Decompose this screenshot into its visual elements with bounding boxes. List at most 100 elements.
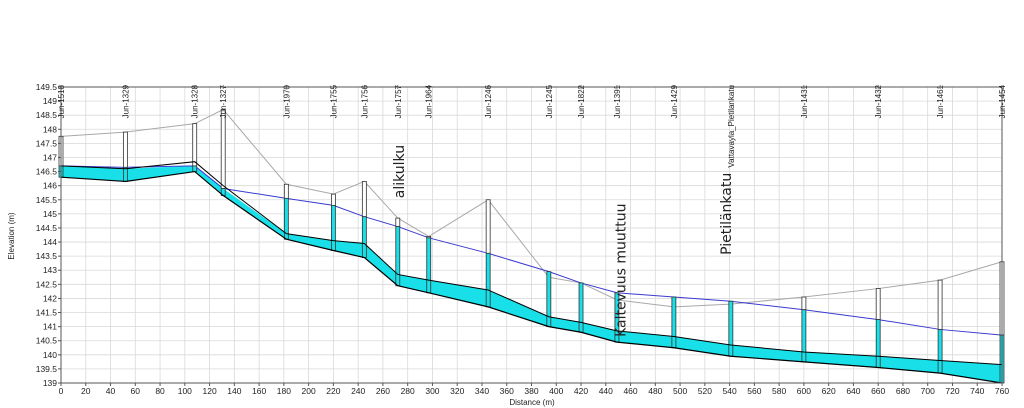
manhole-dry bbox=[801, 296, 807, 311]
manhole-dry bbox=[122, 131, 128, 168]
node-label: Jun-1757 bbox=[394, 84, 403, 118]
node-label: Jun-1246 bbox=[484, 84, 493, 118]
node-label: Jun-1454 bbox=[998, 84, 1007, 118]
x-tick-label: 440 bbox=[599, 386, 613, 396]
manhole-wet bbox=[937, 329, 943, 374]
y-tick-label: 143.5 bbox=[36, 251, 58, 261]
x-tick-label: 760 bbox=[995, 386, 1009, 396]
y-tick-label: 145 bbox=[43, 209, 57, 219]
node-label: Jun-1391 bbox=[613, 84, 622, 118]
manhole-wet bbox=[426, 237, 432, 294]
y-tick-label: 139 bbox=[43, 378, 57, 388]
y-tick-label: 141 bbox=[43, 322, 57, 332]
manhole-dry bbox=[283, 183, 289, 199]
y-tick-label: 141.5 bbox=[36, 308, 58, 318]
node-label: Vattavayla_Pietilankatu bbox=[727, 85, 736, 168]
y-tick-label: 149.5 bbox=[36, 82, 58, 92]
x-tick-label: 200 bbox=[302, 386, 316, 396]
manhole-dry bbox=[395, 217, 401, 227]
y-tick-label: 146 bbox=[43, 181, 57, 191]
x-tick-label: 260 bbox=[376, 386, 390, 396]
manhole-wet bbox=[122, 166, 128, 182]
x-tick-label: 540 bbox=[723, 386, 737, 396]
node-label: Jun-1329 bbox=[121, 84, 130, 118]
manhole-wet bbox=[801, 309, 807, 363]
x-tick-label: 600 bbox=[797, 386, 811, 396]
x-tick-label: 0 bbox=[59, 386, 64, 396]
x-tick-label: 420 bbox=[574, 386, 588, 396]
node-label: Jun-1245 bbox=[545, 84, 554, 118]
node-label: Jun-1756 bbox=[360, 84, 369, 118]
x-tick-label: 220 bbox=[326, 386, 340, 396]
x-tick-label: 40 bbox=[106, 386, 116, 396]
x-tick-label: 300 bbox=[425, 386, 439, 396]
node-label: Jun-1822 bbox=[577, 84, 586, 118]
elevation-profile-chart: 139 139.5 140 140.5 141 141.5 142 142.5 143 143.5… bbox=[0, 0, 1024, 408]
x-tick-label: 280 bbox=[401, 386, 415, 396]
x-tick-label: 560 bbox=[747, 386, 761, 396]
manhole-wet bbox=[875, 319, 881, 368]
manhole-wet bbox=[728, 300, 734, 357]
manhole-wet bbox=[485, 252, 491, 308]
node-label: Jun-1964 bbox=[425, 84, 434, 118]
manhole-wet bbox=[546, 271, 552, 328]
manhole-wet bbox=[361, 216, 367, 258]
y-tick-label: 148.5 bbox=[36, 110, 58, 120]
y-tick-label: 149 bbox=[43, 96, 57, 106]
annotation-text: Pietilänkatu bbox=[719, 173, 735, 255]
manhole-dry bbox=[361, 181, 367, 218]
y-tick-label: 147.5 bbox=[36, 138, 58, 148]
manhole-wet bbox=[671, 296, 677, 349]
x-tick-label: 360 bbox=[500, 386, 514, 396]
x-tick-label: 180 bbox=[277, 386, 291, 396]
annotation-text: Kaltevuus muuttuu bbox=[614, 204, 630, 337]
manhole-wet bbox=[578, 282, 584, 333]
y-tick-label: 147 bbox=[43, 152, 57, 162]
node-label: Jun-1461 bbox=[936, 84, 945, 118]
x-tick-label: 500 bbox=[673, 386, 687, 396]
x-tick-label: 340 bbox=[475, 386, 489, 396]
manhole-dry bbox=[330, 193, 336, 206]
y-tick-label: 146.5 bbox=[36, 167, 58, 177]
node-label: Jun-1518 bbox=[57, 84, 66, 118]
manhole-wet bbox=[330, 204, 336, 251]
x-tick-label: 580 bbox=[772, 386, 786, 396]
x-tick-label: 660 bbox=[871, 386, 885, 396]
x-tick-label: 520 bbox=[698, 386, 712, 396]
manhole-dry bbox=[485, 199, 491, 254]
y-tick-label: 140 bbox=[43, 350, 57, 360]
y-tick-label: 145.5 bbox=[36, 195, 58, 205]
x-tick-label: 160 bbox=[252, 386, 266, 396]
y-tick-label: 142.5 bbox=[36, 279, 58, 289]
node-label: Jun-1431 bbox=[800, 84, 809, 118]
manhole-wet bbox=[192, 165, 198, 172]
x-tick-label: 740 bbox=[970, 386, 984, 396]
x-tick-label: 120 bbox=[202, 386, 216, 396]
x-tick-label: 480 bbox=[648, 386, 662, 396]
manhole-dry bbox=[875, 288, 881, 320]
y-tick-label: 144 bbox=[43, 237, 57, 247]
x-tick-label: 20 bbox=[81, 386, 91, 396]
manhole-dry bbox=[937, 279, 943, 330]
y-tick-label: 143 bbox=[43, 265, 57, 275]
node-label: Jun-1970 bbox=[282, 84, 291, 118]
x-tick-label: 400 bbox=[549, 386, 563, 396]
x-tick-label: 60 bbox=[131, 386, 141, 396]
x-tick-label: 640 bbox=[846, 386, 860, 396]
y-tick-label: 139.5 bbox=[36, 364, 58, 374]
manhole-wet bbox=[395, 226, 401, 287]
x-axis-title: Distance (m) bbox=[509, 398, 555, 407]
x-tick-label: 100 bbox=[178, 386, 192, 396]
y-axis-title: Elevation (m) bbox=[7, 212, 16, 259]
x-tick-label: 240 bbox=[351, 386, 365, 396]
y-tick-label: 142 bbox=[43, 293, 57, 303]
node-label: Jun-1432 bbox=[874, 84, 883, 118]
annotation-text: alikulku bbox=[392, 145, 408, 198]
x-tick-label: 80 bbox=[155, 386, 165, 396]
x-tick-label: 460 bbox=[623, 386, 637, 396]
chart-background bbox=[0, 0, 1024, 408]
x-tick-label: 320 bbox=[450, 386, 464, 396]
y-tick-label: 148 bbox=[43, 124, 57, 134]
x-tick-label: 140 bbox=[227, 386, 241, 396]
x-tick-label: 700 bbox=[921, 386, 935, 396]
